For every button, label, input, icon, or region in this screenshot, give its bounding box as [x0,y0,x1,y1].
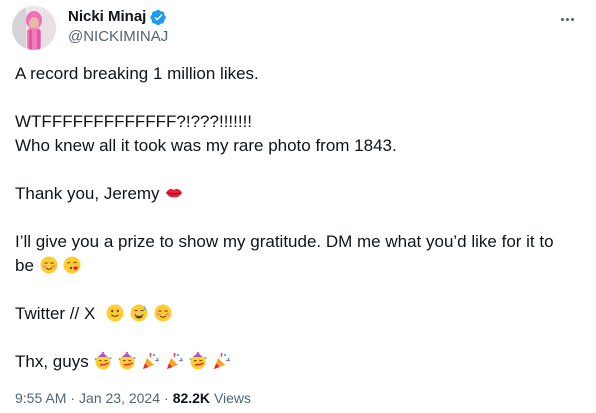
tweet-line: A record breaking 1 million likes. [15,64,259,83]
tweet-line-group: be [15,254,580,278]
meta-separator: · [164,390,169,406]
tweet-header: Nicki Minaj @NICKIMINAJ [12,6,584,50]
more-options-icon [560,17,574,21]
verified-badge-icon [150,9,167,26]
smiling-blush-emoji-icon [40,256,58,274]
party-popper-emoji-icon [142,352,160,370]
tweet-line: Thx, guys [15,352,89,371]
tweet-line: Thank you, Jeremy [15,184,160,203]
tweet-text: A record breaking 1 million likes. WTFFF… [15,62,580,374]
party-popper-emoji-icon [166,352,184,370]
kiss-lips-emoji-icon [165,184,183,202]
views-label[interactable]: Views [214,390,251,406]
tweet-line-group: Thank you, Jeremy [15,182,580,206]
blowing-kiss-emoji-icon [63,256,81,274]
avatar-image [12,6,56,50]
smiling-blush-emoji-icon [154,304,172,322]
display-name[interactable]: Nicki Minaj [68,7,146,27]
views-count: 82.2K [172,390,211,406]
tweet-line-group: Twitter // X [15,302,580,326]
tweet-line: Twitter // X [15,304,96,323]
author-block: Nicki Minaj @NICKIMINAJ [68,7,388,47]
avatar[interactable] [12,6,56,50]
tweet-card: Nicki Minaj @NICKIMINAJ A record breakin… [0,0,596,413]
tweet-line: WTFFFFFFFFFFFFF?!???!!!!!!! [15,112,253,131]
tweet-line-group: Thx, guys [15,350,580,374]
sweat-smile-emoji-icon [130,304,148,322]
tweet-meta: 9:55 AM · Jan 23, 2024 · 82.2K Views [15,388,251,408]
tweet-line: be [15,256,34,275]
author-handle[interactable]: @NICKIMINAJ [68,27,388,47]
meta-separator: · [70,390,76,406]
partying-face-emoji-icon [118,351,136,370]
tweet-line: I’ll give you a prize to show my gratitu… [15,232,554,251]
partying-face-emoji-icon [189,351,207,370]
partying-face-emoji-icon [94,351,112,370]
party-popper-emoji-icon [213,352,231,370]
tweet-date[interactable]: Jan 23, 2024 [79,390,160,406]
more-options-button[interactable] [556,8,578,30]
slightly-smiling-emoji-icon [106,304,124,322]
tweet-line: Who knew all it took was my rare photo f… [15,136,397,155]
tweet-time[interactable]: 9:55 AM [15,390,66,406]
display-name-row: Nicki Minaj [68,7,388,27]
